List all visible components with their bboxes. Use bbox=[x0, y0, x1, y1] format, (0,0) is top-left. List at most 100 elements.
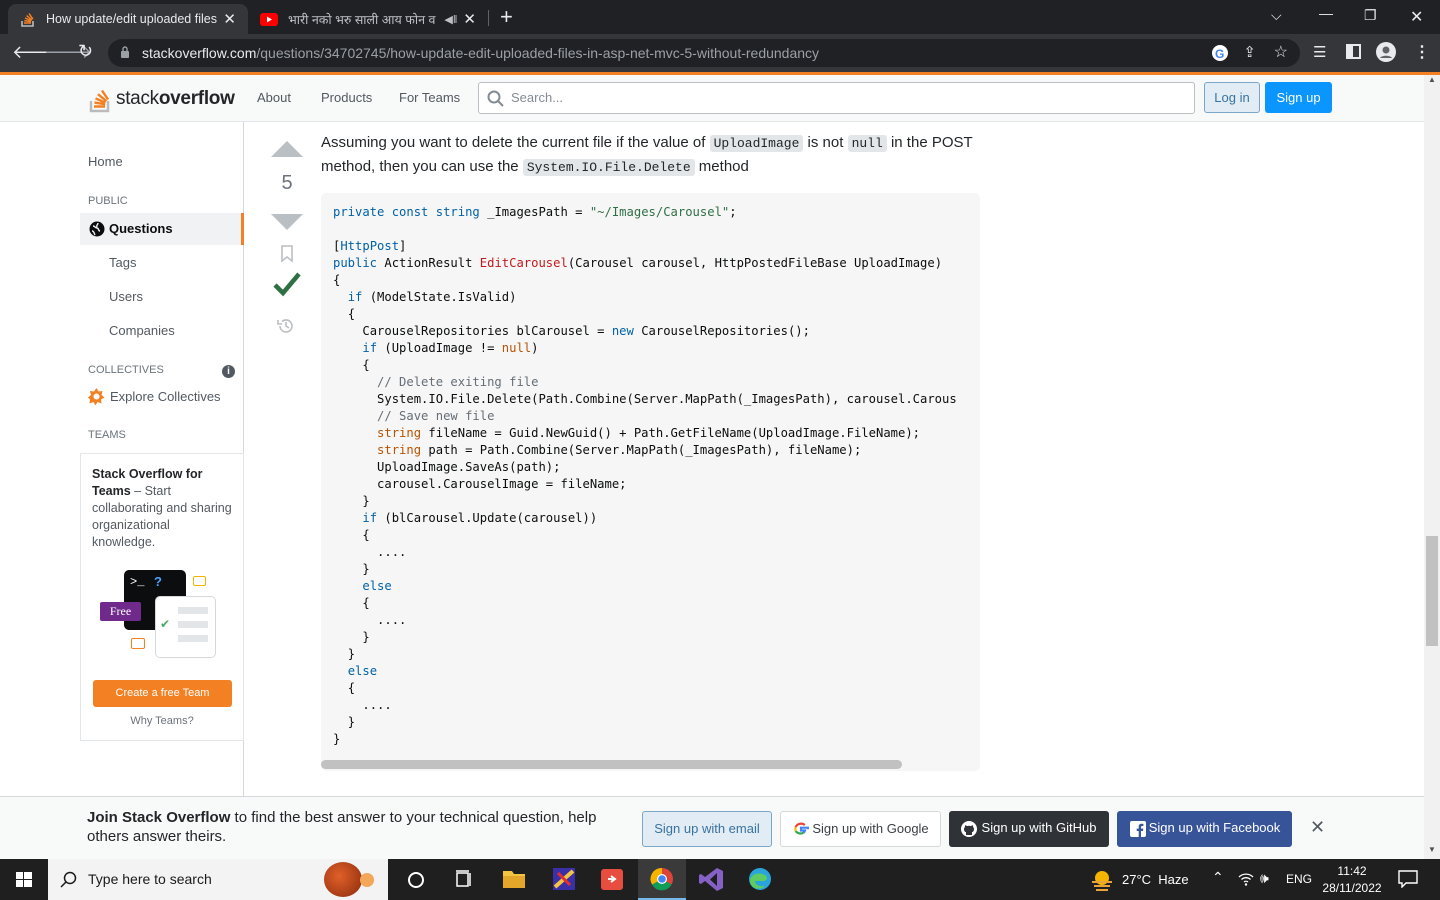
minimize-button[interactable]: — bbox=[1319, 5, 1333, 21]
history-icon[interactable] bbox=[276, 316, 296, 336]
tab-youtube[interactable]: भारी नको भरु साली आय फोन व ◀ǁ ✕ bbox=[248, 4, 488, 34]
teams-promo-card: Stack Overflow for Teams – Start collabo… bbox=[80, 453, 244, 741]
facebook-icon bbox=[1130, 821, 1146, 837]
checklist-line bbox=[178, 621, 208, 628]
github-icon bbox=[961, 821, 977, 837]
volume-icon[interactable]: 🕪 bbox=[1260, 870, 1269, 887]
profile-avatar-icon[interactable] bbox=[1376, 42, 1396, 62]
git-app-icon[interactable] bbox=[588, 859, 636, 900]
logo-text-overflow: overflow bbox=[158, 88, 235, 109]
bookmark-icon[interactable] bbox=[280, 245, 294, 263]
sidebar-item-users[interactable]: Users bbox=[109, 289, 143, 304]
nav-for-teams[interactable]: For Teams bbox=[399, 90, 460, 105]
svg-text:G: G bbox=[1215, 47, 1224, 61]
why-teams-link[interactable]: Why Teams? bbox=[81, 715, 243, 727]
search-highlight-icon bbox=[324, 862, 362, 897]
signup-github-label: Sign up with GitHub bbox=[981, 820, 1097, 835]
speech-bubble-icon bbox=[193, 576, 206, 586]
sidebar-item-questions[interactable]: Questions bbox=[80, 213, 244, 245]
signup-facebook-button[interactable]: Sign up with Facebook bbox=[1117, 811, 1292, 847]
tab-search-icon[interactable]: ⌵ bbox=[1271, 7, 1282, 24]
signup-facebook-label: Sign up with Facebook bbox=[1148, 820, 1281, 835]
upvote-button[interactable] bbox=[270, 140, 304, 158]
tab-close-icon[interactable]: ✕ bbox=[223, 10, 236, 28]
stackoverflow-favicon-icon bbox=[20, 11, 36, 27]
downvote-button[interactable] bbox=[270, 213, 304, 231]
free-badge: Free bbox=[100, 602, 141, 621]
banner-text: Join Stack Overflow to find the best ans… bbox=[87, 808, 627, 846]
info-icon[interactable]: i bbox=[222, 365, 235, 378]
scroll-down-arrow-icon[interactable]: ▼ bbox=[1428, 845, 1436, 854]
tab-divider bbox=[488, 10, 489, 26]
so-logo[interactable]: stack overflow bbox=[88, 81, 235, 113]
page-scrollbar[interactable]: ▲ ▼ bbox=[1424, 75, 1440, 859]
side-panel-icon[interactable] bbox=[1346, 44, 1361, 59]
tab-close-icon[interactable]: ✕ bbox=[463, 10, 476, 28]
sidebar-item-explore-collectives[interactable]: Explore Collectives bbox=[88, 388, 221, 405]
wifi-icon[interactable] bbox=[1238, 871, 1254, 887]
file-explorer-icon[interactable] bbox=[490, 859, 538, 900]
url-domain: stackoverflow.com bbox=[142, 45, 257, 61]
page-scrollbar-thumb[interactable] bbox=[1426, 536, 1438, 646]
bookmark-star-icon[interactable]: ☆ bbox=[1274, 39, 1288, 67]
url-path: /questions/34702745/how-update-edit-uplo… bbox=[256, 45, 820, 61]
nav-products[interactable]: Products bbox=[321, 90, 372, 105]
menu-kebab-icon[interactable]: ⋮ bbox=[1414, 42, 1430, 62]
visual-studio-icon[interactable] bbox=[688, 859, 736, 900]
weather-haze-icon[interactable] bbox=[1090, 868, 1114, 892]
signup-github-button[interactable]: Sign up with GitHub bbox=[949, 811, 1109, 847]
lock-icon bbox=[120, 39, 130, 67]
sidebar-item-companies[interactable]: Companies bbox=[109, 323, 175, 338]
edge-browser-icon[interactable] bbox=[736, 859, 784, 900]
chrome-taskbar-icon[interactable] bbox=[638, 859, 686, 900]
youtube-favicon-icon bbox=[260, 12, 278, 26]
prompt-glyph: >_ bbox=[130, 575, 145, 589]
signup-google-button[interactable]: Sign up with Google bbox=[780, 811, 941, 847]
scroll-up-arrow-icon[interactable]: ▲ bbox=[1428, 75, 1436, 84]
login-button[interactable]: Log in bbox=[1204, 82, 1260, 113]
vote-count: 5 bbox=[281, 172, 293, 194]
audio-playing-icon[interactable]: ◀ǁ bbox=[444, 13, 457, 26]
search-input[interactable]: Search... bbox=[478, 82, 1195, 114]
inline-code: System.IO.File.Delete bbox=[522, 159, 695, 176]
sidebar-item-home[interactable]: Home bbox=[88, 154, 123, 169]
signup-email-button[interactable]: Sign up with email bbox=[642, 811, 772, 847]
taskbar-search-input[interactable]: Type here to search bbox=[48, 859, 388, 900]
task-view-icon[interactable] bbox=[440, 859, 488, 900]
language-indicator[interactable]: ENG bbox=[1286, 872, 1312, 886]
paint-app-icon[interactable] bbox=[540, 859, 588, 900]
sidebar-item-tags[interactable]: Tags bbox=[109, 255, 136, 270]
share-icon[interactable]: ⇪ bbox=[1243, 39, 1256, 67]
address-bar[interactable]: stackoverflow.com/questions/34702745/how… bbox=[108, 39, 1300, 67]
logo-text-stack: stack bbox=[116, 88, 159, 109]
reload-icon[interactable]: ↻ bbox=[78, 41, 93, 62]
show-hidden-icons-icon[interactable]: ⌃ bbox=[1212, 869, 1224, 886]
clock-date[interactable]: 28/11/2022 bbox=[1316, 881, 1388, 895]
clock-time[interactable]: 11:42 bbox=[1322, 864, 1382, 878]
tab-active[interactable]: How update/edit uploaded files i ✕ bbox=[8, 4, 248, 34]
restore-button[interactable]: ❐ bbox=[1364, 7, 1377, 24]
inline-code: UploadImage bbox=[709, 135, 804, 152]
weather-text[interactable]: 27°C Haze bbox=[1122, 872, 1189, 887]
signup-button[interactable]: Sign up bbox=[1265, 82, 1332, 113]
accepted-check-icon bbox=[273, 271, 301, 297]
checklist-line bbox=[178, 635, 208, 642]
windows-start-icon[interactable] bbox=[0, 859, 48, 900]
close-banner-icon[interactable]: ✕ bbox=[1310, 817, 1325, 838]
nav-about[interactable]: About bbox=[257, 90, 291, 105]
tab-title: How update/edit uploaded files i bbox=[46, 12, 218, 26]
new-tab-button[interactable]: + bbox=[500, 4, 513, 30]
code-block[interactable]: private const string _ImagesPath = "~/Im… bbox=[321, 193, 980, 771]
cortana-icon[interactable] bbox=[392, 859, 440, 900]
answer-text-part: is not bbox=[803, 134, 848, 151]
reading-list-icon[interactable]: ☰ bbox=[1313, 43, 1326, 61]
code-horizontal-scrollbar[interactable] bbox=[321, 760, 902, 769]
sidebar-heading-collectives: COLLECTIVES bbox=[88, 364, 164, 376]
create-free-team-button[interactable]: Create a free Team bbox=[93, 680, 232, 707]
close-window-button[interactable]: ✕ bbox=[1410, 7, 1423, 27]
google-lens-icon[interactable]: G bbox=[1212, 45, 1228, 61]
taskbar-search-placeholder: Type here to search bbox=[88, 871, 212, 887]
notifications-icon[interactable] bbox=[1398, 870, 1418, 888]
signup-banner: Join Stack Overflow to find the best ans… bbox=[0, 796, 1424, 859]
globe-icon bbox=[89, 221, 105, 237]
